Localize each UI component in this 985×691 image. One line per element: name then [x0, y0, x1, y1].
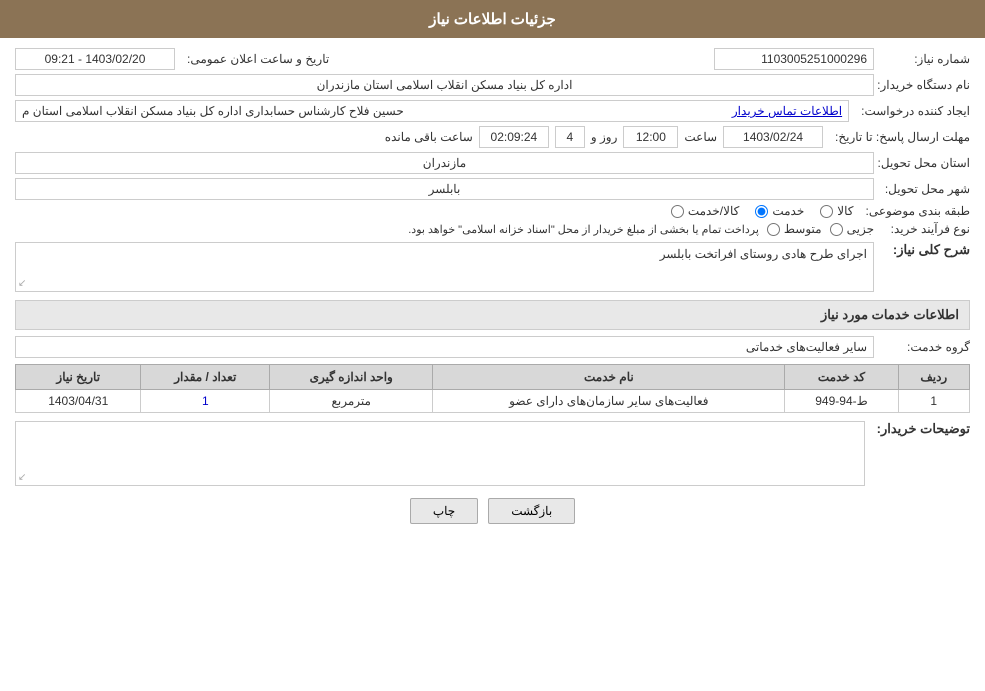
deadline-time-label: ساعت — [684, 130, 717, 144]
need-desc-label: شرح کلی نیاز: — [880, 242, 970, 258]
category-option-kala[interactable]: کالا — [820, 204, 853, 218]
print-button[interactable]: چاپ — [410, 498, 478, 524]
delivery-province-label: استان محل تحویل: — [880, 156, 970, 170]
category-option-khedmat[interactable]: خدمت — [755, 204, 804, 218]
page-header: جزئیات اطلاعات نیاز — [0, 0, 985, 38]
delivery-city-value: بابلسر — [15, 178, 874, 200]
services-table: ردیف کد خدمت نام خدمت واحد اندازه گیری ت… — [15, 364, 970, 413]
delivery-province-value: مازندران — [15, 152, 874, 174]
cell-row: 1 — [898, 390, 969, 413]
cell-date: 1403/04/31 — [16, 390, 141, 413]
category-label: طبقه بندی موضوعی: — [859, 204, 970, 218]
back-button[interactable]: بازگشت — [488, 498, 575, 524]
col-header-name: نام خدمت — [433, 365, 785, 390]
deadline-remaining-label: ساعت باقی مانده — [385, 130, 473, 144]
col-header-unit: واحد اندازه گیری — [270, 365, 433, 390]
creator-value: حسین فلاح کارشناس حسابداری اداره کل بنیا… — [22, 104, 404, 118]
purchase-type-label: نوع فرآیند خرید: — [880, 222, 970, 236]
buyer-org-value: اداره کل بنیاد مسکن انقلاب اسلامی استان … — [15, 74, 874, 96]
category-option-kala-khedmat[interactable]: کالا/خدمت — [671, 204, 739, 218]
cell-unit: مترمربع — [270, 390, 433, 413]
cell-qty: 1 — [141, 390, 270, 413]
buyer-org-label: نام دستگاه خریدار: — [880, 78, 970, 92]
col-header-row: ردیف — [898, 365, 969, 390]
deadline-time: 12:00 — [623, 126, 678, 148]
contact-link[interactable]: اطلاعات تماس خریدار — [732, 104, 842, 118]
deadline-days: 4 — [555, 126, 585, 148]
purchase-type-option-jozi[interactable]: جزیی — [830, 222, 874, 236]
need-number-label: شماره نیاز: — [880, 52, 970, 66]
table-row: 1 ط-94-949 فعالیت‌های سایر سازمان‌های دا… — [16, 390, 970, 413]
purchase-type-note: پرداخت تمام یا بخشی از مبلغ خریدار از مح… — [408, 223, 759, 236]
delivery-city-label: شهر محل تحویل: — [880, 182, 970, 196]
announce-date-label: تاریخ و ساعت اعلان عمومی: — [181, 52, 329, 66]
creator-label: ایجاد کننده درخواست: — [855, 104, 970, 118]
service-group-value: سایر فعالیت‌های خدماتی — [15, 336, 874, 358]
purchase-type-option-motevaset[interactable]: متوسط — [767, 222, 822, 236]
service-group-label: گروه خدمت: — [880, 340, 970, 354]
col-header-date: تاریخ نیاز — [16, 365, 141, 390]
deadline-remaining: 02:09:24 — [479, 126, 549, 148]
cell-code: ط-94-949 — [785, 390, 898, 413]
col-header-qty: تعداد / مقدار — [141, 365, 270, 390]
cell-name: فعالیت‌های سایر سازمان‌های دارای عضو — [433, 390, 785, 413]
need-number-value: 1103005251000296 — [714, 48, 874, 70]
deadline-label: مهلت ارسال پاسخ: تا تاریخ: — [829, 130, 970, 144]
announce-date-value: 1403/02/20 - 09:21 — [15, 48, 175, 70]
deadline-date: 1403/02/24 — [723, 126, 823, 148]
need-desc-value: اجرای طرح هادی روستای افراتخت بابلسر — [660, 247, 867, 261]
col-header-code: کد خدمت — [785, 365, 898, 390]
deadline-day-label: روز و — [591, 130, 618, 144]
services-section-header: اطلاعات خدمات مورد نیاز — [15, 300, 970, 330]
buttons-row: بازگشت چاپ — [15, 498, 970, 539]
buyer-desc-value — [16, 422, 864, 430]
buyer-desc-label: توضیحات خریدار: — [871, 421, 970, 437]
